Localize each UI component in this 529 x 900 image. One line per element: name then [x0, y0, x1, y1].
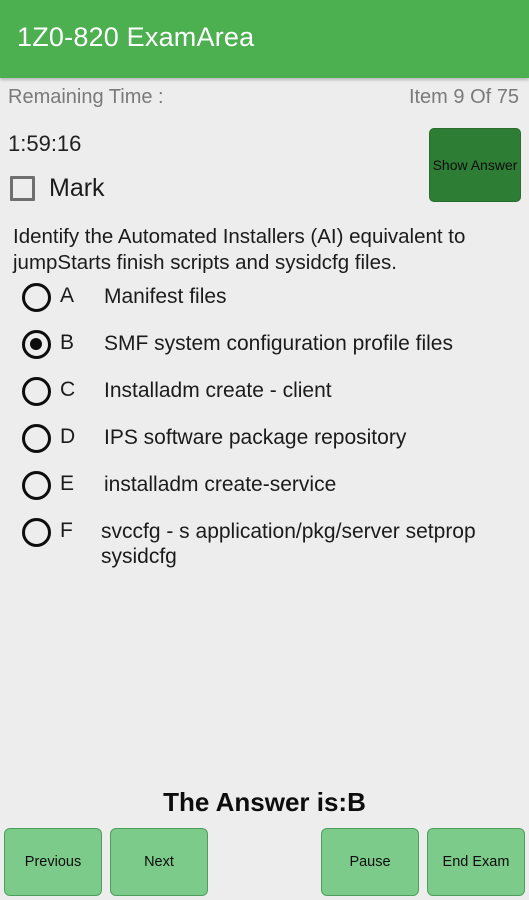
radio-icon-e[interactable]: [22, 471, 51, 500]
option-row-d[interactable]: D IPS software package repository: [0, 418, 529, 465]
option-letter-b: B: [60, 331, 75, 354]
option-text-d: IPS software package repository: [104, 426, 407, 449]
radio-icon-a[interactable]: [22, 283, 51, 312]
pause-button[interactable]: Pause: [321, 828, 419, 896]
remaining-time-label: Remaining Time :: [8, 86, 164, 108]
option-letter-f: F: [60, 519, 73, 542]
option-text-b: SMF system configuration profile files: [104, 332, 453, 355]
mark-checkbox[interactable]: [10, 176, 35, 201]
show-answer-button[interactable]: Show Answer: [429, 128, 521, 202]
mark-row[interactable]: Mark: [10, 174, 105, 203]
page-title: 1Z0-820 ExamArea: [17, 22, 255, 52]
radio-icon-c[interactable]: [22, 377, 51, 406]
option-text-f: svccfg - s application/pkg/server setpro…: [101, 520, 476, 568]
mark-label: Mark: [49, 174, 105, 202]
option-letter-d: D: [60, 425, 76, 448]
option-letter-c: C: [60, 378, 76, 401]
answer-reveal-text: The Answer is:B: [163, 787, 366, 817]
option-text-c: Installadm create - client: [104, 379, 332, 402]
option-letter-e: E: [60, 472, 75, 495]
question-text: Identify the Automated Installers (AI) e…: [13, 225, 466, 274]
next-button[interactable]: Next: [110, 828, 208, 896]
option-row-a[interactable]: A Manifest files: [0, 277, 529, 324]
option-letter-a: A: [60, 284, 75, 307]
radio-icon-f[interactable]: [22, 518, 51, 547]
app-bar: 1Z0-820 ExamArea: [0, 0, 529, 78]
option-text-e: installadm create-service: [104, 473, 337, 496]
end-exam-button[interactable]: End Exam: [427, 828, 525, 896]
option-row-e[interactable]: E installadm create-service: [0, 465, 529, 512]
timer-value: 1:59:16: [8, 131, 82, 156]
bottom-button-bar: Previous Next Pause End Exam: [0, 828, 529, 900]
radio-icon-b[interactable]: [22, 330, 51, 359]
option-row-c[interactable]: C Installadm create - client: [0, 371, 529, 418]
previous-button[interactable]: Previous: [4, 828, 102, 896]
option-row-f[interactable]: F svccfg - s application/pkg/server setp…: [0, 512, 529, 574]
options-list: A Manifest files B SMF system configurat…: [0, 277, 529, 574]
option-row-b[interactable]: B SMF system configuration profile files: [0, 324, 529, 371]
option-text-a: Manifest files: [104, 285, 227, 308]
item-counter: Item 9 Of 75: [408, 86, 519, 108]
status-strip: Remaining Time : Item 9 Of 75: [0, 78, 529, 120]
radio-icon-d[interactable]: [22, 424, 51, 453]
